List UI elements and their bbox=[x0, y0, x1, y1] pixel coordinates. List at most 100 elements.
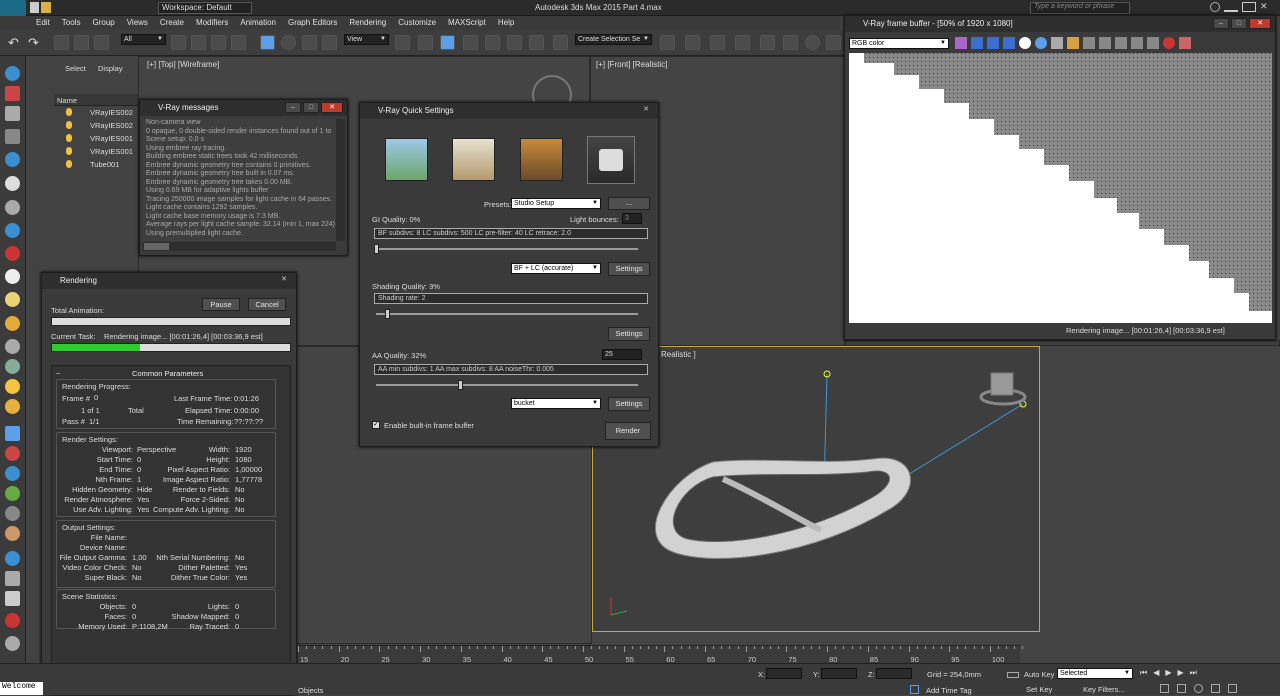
alpha-icon[interactable] bbox=[1019, 37, 1031, 49]
close-icon[interactable]: ✕ bbox=[1260, 2, 1274, 12]
bind-icon[interactable] bbox=[94, 35, 109, 50]
x-coord-input[interactable] bbox=[766, 668, 802, 679]
cube-icon[interactable] bbox=[5, 591, 20, 606]
named-selection-set[interactable]: Create Selection Se bbox=[575, 34, 652, 45]
aa-value-input[interactable]: 25 bbox=[602, 349, 642, 360]
display-tab[interactable]: Display bbox=[98, 64, 123, 73]
light-bounces-input[interactable]: 3 bbox=[622, 213, 642, 224]
new-icon[interactable] bbox=[30, 2, 39, 13]
preset-exterior-icon[interactable] bbox=[385, 138, 428, 181]
edit-named-sel-icon[interactable] bbox=[553, 35, 568, 50]
fur-icon[interactable] bbox=[5, 486, 20, 501]
link-icon[interactable] bbox=[54, 35, 69, 50]
curve-editor-icon[interactable] bbox=[760, 35, 775, 50]
scene-list-item[interactable]: VRayIES001 bbox=[54, 145, 138, 158]
scene-list-item[interactable]: Tube001 bbox=[54, 158, 138, 171]
dome-icon[interactable] bbox=[5, 176, 20, 191]
sky-icon[interactable] bbox=[5, 246, 20, 261]
scene-list-item[interactable]: VRayIES001 bbox=[54, 132, 138, 145]
percent-snap-icon[interactable] bbox=[507, 35, 522, 50]
dots-icon[interactable] bbox=[5, 426, 20, 441]
render-setup-icon[interactable] bbox=[826, 35, 841, 50]
rendering-close-button[interactable]: ✕ bbox=[276, 275, 292, 286]
gi-engine-select[interactable]: BF + LC (accurate) bbox=[511, 263, 601, 274]
grid-icon[interactable] bbox=[5, 129, 20, 144]
messages-maximize-button[interactable]: □ bbox=[303, 102, 319, 113]
pan-icon[interactable] bbox=[1177, 684, 1186, 693]
stack-icon[interactable] bbox=[5, 571, 20, 586]
light-bulb-icon[interactable] bbox=[66, 108, 72, 116]
play-icon[interactable]: ▶ bbox=[1165, 668, 1171, 678]
history-icon[interactable] bbox=[1099, 37, 1111, 49]
menu-help[interactable]: Help bbox=[492, 16, 520, 29]
unlink-icon[interactable] bbox=[74, 35, 89, 50]
reference-coord-select[interactable]: View bbox=[344, 34, 389, 45]
cone-icon[interactable] bbox=[5, 339, 20, 354]
gi-quality-slider[interactable] bbox=[374, 244, 638, 254]
material-editor-icon[interactable] bbox=[805, 35, 820, 50]
render-last-icon[interactable] bbox=[1179, 37, 1191, 49]
teapot-icon[interactable] bbox=[5, 66, 20, 81]
messages-hscrollbar[interactable] bbox=[143, 242, 336, 251]
prev-frame-icon[interactable]: ◀ bbox=[1153, 668, 1159, 678]
select-by-name-icon[interactable] bbox=[191, 35, 206, 50]
mono-icon[interactable] bbox=[1035, 37, 1047, 49]
light-bulb-icon[interactable] bbox=[66, 147, 72, 155]
sphere-icon[interactable] bbox=[5, 316, 20, 331]
sun-icon[interactable] bbox=[5, 269, 20, 284]
minimize-icon[interactable] bbox=[1224, 2, 1238, 12]
quick-settings-close-button[interactable]: ✕ bbox=[638, 105, 654, 116]
stop-render-icon[interactable] bbox=[1163, 37, 1175, 49]
messages-scrollbar[interactable] bbox=[336, 119, 345, 241]
render-button[interactable]: Render bbox=[605, 422, 651, 440]
render-frame-icon[interactable] bbox=[5, 86, 20, 101]
maxscript-listener[interactable]: Welcome bbox=[0, 682, 43, 695]
presets-select[interactable]: Studio Setup bbox=[511, 198, 601, 209]
proxy-icon[interactable] bbox=[5, 359, 20, 374]
go-start-icon[interactable]: ⏮ bbox=[1140, 668, 1147, 678]
add-time-tag[interactable]: Add Time Tag bbox=[926, 686, 972, 695]
key-filters-button[interactable]: Key Filters... bbox=[1083, 685, 1125, 694]
region-icon[interactable] bbox=[1115, 37, 1127, 49]
aa-settings-button[interactable]: Settings bbox=[608, 397, 650, 411]
light-bulb-icon[interactable] bbox=[66, 160, 72, 168]
time-tag-icon[interactable] bbox=[910, 685, 919, 694]
rect-select-icon[interactable] bbox=[211, 35, 226, 50]
timeline-ruler[interactable]: 15 20 25 30 35 40 45 50 55 60 65 70 75 80 85 90 95 100 bbox=[298, 645, 1024, 664]
maximize-icon[interactable] bbox=[1242, 2, 1256, 12]
list-icon[interactable] bbox=[5, 106, 20, 121]
hf-icon[interactable] bbox=[5, 506, 20, 521]
aa-quality-slider[interactable] bbox=[376, 380, 638, 390]
shading-quality-slider[interactable] bbox=[376, 309, 638, 319]
menu-tools[interactable]: Tools bbox=[56, 16, 87, 29]
move-icon[interactable] bbox=[260, 35, 275, 50]
search-input[interactable]: Type a keyword or phrase bbox=[1030, 2, 1130, 14]
messages-log[interactable]: Non-camera view 0 opaque, 0 double-sided … bbox=[143, 119, 336, 241]
light-bulb-icon[interactable] bbox=[66, 121, 72, 129]
snap-3-icon[interactable] bbox=[463, 35, 478, 50]
name-column-header[interactable]: Name bbox=[57, 96, 77, 105]
search-icon[interactable] bbox=[1210, 2, 1220, 12]
next-frame-icon[interactable]: ▶ bbox=[1178, 668, 1184, 678]
sunlight-icon[interactable] bbox=[5, 379, 20, 394]
go-end-icon[interactable]: ⏭ bbox=[1190, 668, 1197, 678]
viewport-front-label[interactable]: [+] [Front] [Realistic] bbox=[596, 60, 667, 69]
place-icon[interactable] bbox=[322, 35, 337, 50]
follow-mouse-icon[interactable] bbox=[1131, 37, 1143, 49]
ocean-icon[interactable] bbox=[5, 551, 20, 566]
select-manipulate-icon[interactable] bbox=[418, 35, 433, 50]
save-image-icon[interactable] bbox=[1051, 37, 1063, 49]
menu-customize[interactable]: Customize bbox=[392, 16, 442, 29]
scene-explorer-icon[interactable] bbox=[735, 35, 750, 50]
scene-list-item[interactable]: VRayIES002 bbox=[54, 106, 138, 119]
window-crossing-icon[interactable] bbox=[231, 35, 246, 50]
open-icon[interactable] bbox=[41, 2, 51, 13]
viewport-perspective[interactable]: Realistic ] bbox=[592, 346, 1040, 632]
keyboard-shortcut-icon[interactable] bbox=[440, 35, 455, 50]
z-coord-input[interactable] bbox=[876, 668, 912, 679]
channel-select[interactable]: RGB color bbox=[849, 38, 949, 49]
help-icon[interactable] bbox=[5, 636, 20, 651]
vfb-minimize-button[interactable]: – bbox=[1213, 18, 1229, 29]
menu-group[interactable]: Group bbox=[86, 16, 120, 29]
set-key-button[interactable]: Set Key bbox=[1026, 685, 1052, 694]
